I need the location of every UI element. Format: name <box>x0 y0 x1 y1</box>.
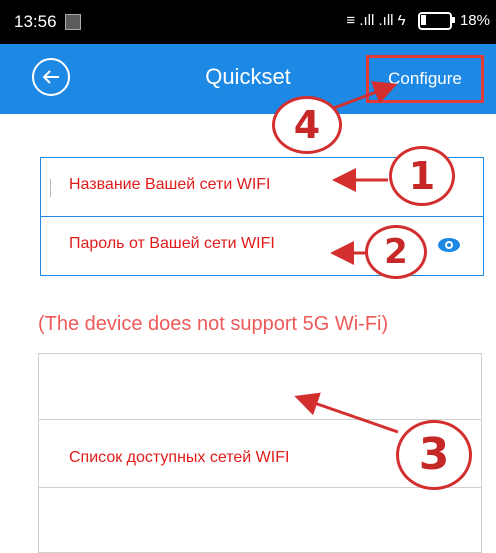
list-item[interactable] <box>39 354 481 420</box>
annotation-2: 2 <box>365 225 427 279</box>
image-notification-icon <box>65 14 81 30</box>
list-item[interactable] <box>39 487 481 553</box>
signal-icons: ≡ .ıll .ıll ϟ <box>346 12 406 29</box>
5g-notice: (The device does not support 5G Wi-Fi) <box>38 313 389 335</box>
eye-icon[interactable] <box>437 235 461 255</box>
status-bar: 13:56 ≡ .ıll .ıll ϟ 18% <box>0 0 496 44</box>
status-time: 13:56 <box>14 12 57 31</box>
annotation-3: 3 <box>396 420 472 490</box>
battery-percent: 18% <box>459 12 490 29</box>
network-name-label: Название Вашей сети WIFI <box>69 176 271 193</box>
battery-level <box>420 15 426 26</box>
password-label: Пароль от Вашей сети WIFI <box>69 235 275 252</box>
status-icons: ≡ .ıll .ıll ϟ 18% <box>346 12 490 31</box>
annotation-1: 1 <box>389 146 455 206</box>
configure-button[interactable]: Configure <box>366 55 484 103</box>
battery-icon <box>417 12 455 31</box>
text-cursor <box>50 179 51 197</box>
annotation-4: 4 <box>272 96 342 154</box>
app-bar: Quickset Configure <box>0 44 496 114</box>
network-list-label: Список доступных сетей WIFI <box>69 449 290 466</box>
